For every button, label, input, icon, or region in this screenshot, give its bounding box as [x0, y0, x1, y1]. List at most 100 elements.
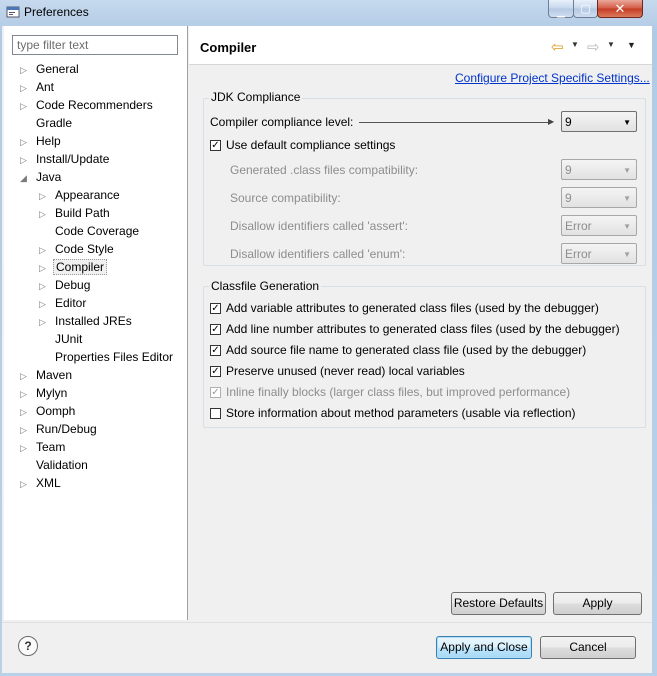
- classfile-option-label: Add variable attributes to generated cla…: [226, 301, 599, 315]
- forward-arrow-icon[interactable]: ⇨: [587, 38, 600, 56]
- title-bar[interactable]: Preferences ▁ ▢ ✕: [0, 0, 657, 26]
- tree-collapsed-icon[interactable]: ▷: [39, 241, 53, 259]
- tree-collapsed-icon[interactable]: ▷: [20, 133, 34, 151]
- tree-item[interactable]: ▷ Code Style: [39, 240, 116, 258]
- tree-item-label: Mylyn: [36, 386, 68, 400]
- tree-item-label: Validation: [36, 458, 88, 472]
- restore-defaults-button[interactable]: Restore Defaults: [451, 592, 546, 615]
- tree-item-label: Appearance: [55, 188, 120, 202]
- tree-collapsed-icon[interactable]: ▷: [20, 385, 34, 403]
- tree-item-label: Oomph: [36, 404, 76, 418]
- tree-item[interactable]: ▷ Maven: [20, 366, 74, 384]
- tree-item[interactable]: ▷ Compiler: [39, 258, 108, 277]
- tree-item[interactable]: ▷ Ant: [20, 78, 56, 96]
- maximize-icon: ▢: [580, 3, 591, 15]
- help-icon[interactable]: ?: [18, 636, 38, 656]
- tree-item-label: Code Coverage: [55, 224, 140, 238]
- back-arrow-icon[interactable]: ⇦: [551, 38, 564, 56]
- tree-collapsed-icon[interactable]: ▷: [20, 403, 34, 421]
- tree-collapsed-icon[interactable]: ▷: [20, 151, 34, 169]
- minimize-button[interactable]: ▁: [548, 0, 574, 18]
- tree-expanded-icon[interactable]: ◢: [20, 169, 34, 187]
- page-header: Compiler ⇦ ▼ ⇨ ▼ ▼: [189, 26, 652, 65]
- disallow-assert-select[interactable]: Error ▼: [561, 215, 637, 236]
- maximize-button[interactable]: ▢: [573, 0, 598, 18]
- forward-dropdown-icon[interactable]: ▼: [607, 40, 615, 49]
- disallow-enum-select[interactable]: Error ▼: [561, 243, 637, 264]
- tree-collapsed-icon[interactable]: ▷: [39, 205, 53, 223]
- back-dropdown-icon[interactable]: ▼: [571, 40, 579, 49]
- tree-item[interactable]: Properties Files Editor: [39, 348, 175, 366]
- configure-project-specific-link[interactable]: Configure Project Specific Settings...: [455, 71, 650, 85]
- tree-item[interactable]: ▷ Team: [20, 438, 67, 456]
- tree-collapsed-icon[interactable]: ▷: [39, 313, 53, 331]
- compliance-level-select[interactable]: 9 ▼: [561, 111, 637, 132]
- tree-collapsed-icon[interactable]: ▷: [39, 295, 53, 313]
- apply-and-close-button[interactable]: Apply and Close: [436, 636, 532, 659]
- tree-collapsed-icon[interactable]: ▷: [20, 367, 34, 385]
- tree-item[interactable]: ▷ Help: [20, 132, 63, 150]
- chevron-down-icon: ▼: [623, 194, 631, 203]
- tree-collapsed-icon[interactable]: ▷: [20, 439, 34, 457]
- preferences-window: Preferences ▁ ▢ ✕ ▷General▷Ant▷Code Reco…: [0, 0, 657, 676]
- tree-collapsed-icon[interactable]: ▷: [39, 259, 53, 277]
- tree-item-label: General: [36, 62, 79, 76]
- tree-item[interactable]: ▷ Debug: [39, 276, 92, 294]
- tree-item[interactable]: JUnit: [39, 330, 84, 348]
- classfile-option-label: Store information about method parameter…: [226, 406, 576, 420]
- classfile-option-checkbox[interactable]: ✓: [210, 303, 221, 314]
- chevron-down-icon: ▼: [623, 250, 631, 259]
- tree-item[interactable]: ▷ Run/Debug: [20, 420, 99, 438]
- arrow-indicator-line: [359, 122, 551, 123]
- tree-item[interactable]: ◢ Java: [20, 168, 63, 186]
- tree-item[interactable]: ▷ General: [20, 60, 81, 78]
- jdk-compliance-label: JDK Compliance: [209, 90, 303, 104]
- arrow-indicator-icon: ▶: [548, 117, 555, 126]
- tree-item-label: Help: [36, 134, 61, 148]
- classfile-option-label: Inline finally blocks (larger class file…: [226, 385, 571, 399]
- cancel-button[interactable]: Cancel: [540, 636, 636, 659]
- generated-compatibility-select[interactable]: 9 ▼: [561, 159, 637, 180]
- use-default-compliance-checkbox[interactable]: ✓: [210, 140, 221, 151]
- tree-item[interactable]: Code Coverage: [39, 222, 141, 240]
- tree-collapsed-icon[interactable]: ▷: [39, 187, 53, 205]
- apply-button[interactable]: Apply: [553, 592, 642, 615]
- tree-item-label: JUnit: [55, 332, 83, 346]
- filter-input[interactable]: [12, 35, 178, 55]
- classfile-option-checkbox[interactable]: ✓: [210, 324, 221, 335]
- tree-collapsed-icon[interactable]: ▷: [20, 475, 34, 493]
- tree-item[interactable]: ▷ Build Path: [39, 204, 112, 222]
- tree-item[interactable]: ▷ Installed JREs: [39, 312, 134, 330]
- tree-collapsed-icon[interactable]: ▷: [20, 61, 34, 79]
- tree-item[interactable]: ▷ Oomph: [20, 402, 77, 420]
- tree-item[interactable]: ▷ XML: [20, 474, 63, 492]
- tree-item-label: Run/Debug: [36, 422, 97, 436]
- tree-item[interactable]: ▷ Install/Update: [20, 150, 111, 168]
- tree-collapsed-icon[interactable]: ▷: [20, 97, 34, 115]
- tree-item-label: Installed JREs: [55, 314, 132, 328]
- tree-item[interactable]: Validation: [20, 456, 90, 474]
- classfile-option-checkbox[interactable]: ✓: [210, 387, 221, 398]
- tree-item[interactable]: ▷ Editor: [39, 294, 88, 312]
- classfile-option-checkbox[interactable]: ✓: [210, 366, 221, 377]
- view-menu-icon[interactable]: ▼: [627, 40, 636, 50]
- tree-collapsed-icon[interactable]: ▷: [20, 421, 34, 439]
- tree-collapsed-icon[interactable]: ▷: [39, 277, 53, 295]
- tree-collapsed-icon[interactable]: ▷: [20, 79, 34, 97]
- tree-item-label: Code Recommenders: [36, 98, 153, 112]
- classfile-option-checkbox[interactable]: ✓: [210, 345, 221, 356]
- tree-item-label: Debug: [55, 278, 91, 292]
- chevron-down-icon: ▼: [623, 166, 631, 175]
- classfile-option-checkbox[interactable]: [210, 408, 221, 419]
- tree-item[interactable]: ▷ Code Recommenders: [20, 96, 155, 114]
- tree-item[interactable]: ▷ Mylyn: [20, 384, 69, 402]
- close-window-button[interactable]: ✕: [597, 0, 643, 18]
- source-compatibility-select[interactable]: 9 ▼: [561, 187, 637, 208]
- generated-compatibility-label: Generated .class files compatibility:: [230, 163, 419, 177]
- tree-item[interactable]: ▷ Appearance: [39, 186, 122, 204]
- tree-item-label: XML: [36, 476, 61, 490]
- tree-item-label: Properties Files Editor: [55, 350, 174, 364]
- classfile-option-label: Add source file name to generated class …: [226, 343, 587, 357]
- tree-item[interactable]: Gradle: [20, 114, 74, 132]
- tree-item-label: Code Style: [55, 242, 114, 256]
